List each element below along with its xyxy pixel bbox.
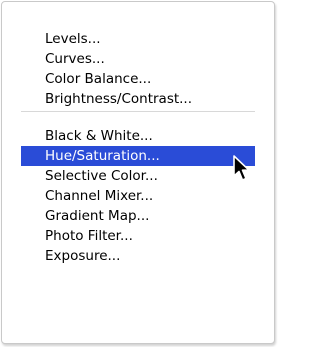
menu-separator [21, 111, 255, 112]
menu-item-levels[interactable]: Levels... [2, 29, 274, 49]
menu-item-hue-saturation[interactable]: Hue/Saturation... [21, 146, 255, 166]
menu-item-channel-mixer[interactable]: Channel Mixer... [2, 186, 274, 206]
menu-item-color-balance[interactable]: Color Balance... [2, 69, 274, 89]
menu-item-photo-filter[interactable]: Photo Filter... [2, 226, 274, 246]
menu-item-exposure[interactable]: Exposure... [2, 246, 274, 266]
menu-item-curves[interactable]: Curves... [2, 49, 274, 69]
menu-item-brightness-contrast[interactable]: Brightness/Contrast... [2, 89, 274, 109]
menu-item-black-white[interactable]: Black & White... [2, 126, 274, 146]
arrow-cursor-icon [233, 155, 250, 181]
menu-item-gradient-map[interactable]: Gradient Map... [2, 206, 274, 226]
